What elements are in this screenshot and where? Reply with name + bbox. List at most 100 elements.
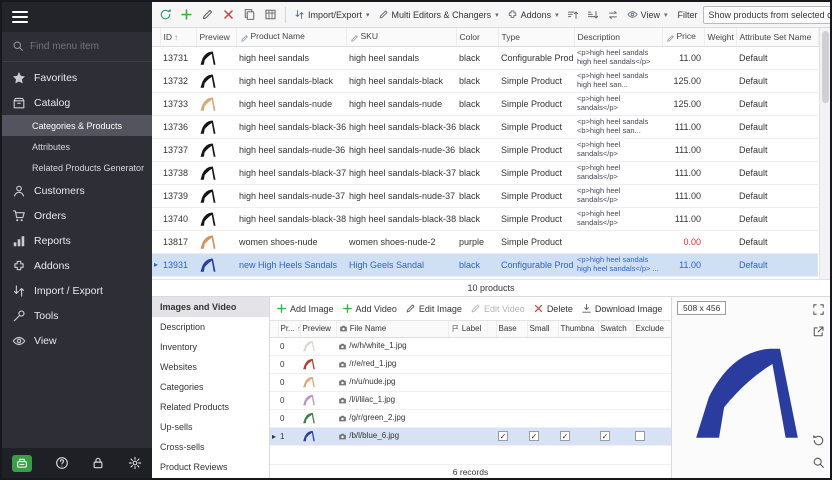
column-header-color[interactable]: Color: [456, 28, 498, 46]
column-header-name[interactable]: Product Name: [236, 28, 346, 46]
sidebar-item-favorites[interactable]: Favorites: [2, 65, 152, 90]
column-header-thumbna[interactable]: Thumbna: [558, 321, 598, 337]
pos-button[interactable]: [12, 455, 32, 472]
column-header-base[interactable]: Base: [496, 321, 527, 337]
sidebar-item-attributes[interactable]: Attributes: [2, 136, 152, 157]
tab-categories[interactable]: Categories: [152, 377, 269, 397]
checkbox-base[interactable]: ✓: [498, 431, 508, 441]
sidebar-item-import-export[interactable]: Import / Export: [2, 278, 152, 303]
column-header-preview[interactable]: Preview: [196, 28, 236, 46]
edit-video-button[interactable]: Edit Video: [470, 303, 525, 314]
cell-preview: [196, 184, 236, 207]
product-row-13739[interactable]: 13739high heel sandals-nude-37high heel …: [152, 184, 818, 207]
column-header-preview[interactable]: Preview: [300, 321, 336, 337]
external-link-icon[interactable]: [812, 323, 825, 341]
help-button[interactable]: [55, 456, 69, 470]
tab-inventory[interactable]: Inventory: [152, 337, 269, 357]
column-header-id[interactable]: ID↑: [160, 28, 196, 46]
product-row-13738[interactable]: 13738high heel sandals-black-37high heel…: [152, 161, 818, 184]
sidebar-item-related-products-generator[interactable]: Related Products Generator: [2, 157, 152, 178]
add-image-button[interactable]: Add Image: [276, 303, 334, 314]
column-header-weight[interactable]: Weight: [704, 28, 736, 46]
column-header-type[interactable]: Type: [498, 28, 574, 46]
columns-button[interactable]: [261, 6, 280, 23]
sidebar-item-customers[interactable]: Customers: [2, 178, 152, 203]
product-row-13931[interactable]: ▸13931new High Heels SandalsHigh Geels S…: [152, 253, 818, 276]
expand-icon[interactable]: [812, 301, 825, 319]
swap-button[interactable]: [604, 7, 622, 23]
add-video-button[interactable]: Add Video: [342, 303, 397, 314]
tab-label: Inventory: [160, 342, 197, 352]
refresh-button[interactable]: [156, 6, 175, 23]
tab-product-reviews[interactable]: Product Reviews: [152, 457, 269, 477]
tab-related-products[interactable]: Related Products: [152, 397, 269, 417]
grid-scrollbar[interactable]: [819, 28, 831, 279]
column-header-file-name[interactable]: File Name: [336, 321, 448, 337]
product-row-13732[interactable]: 13732high heel sandals-blackhigh heel sa…: [152, 69, 818, 92]
column-header-sku[interactable]: SKU: [346, 28, 456, 46]
column-header-price[interactable]: Price: [662, 28, 704, 46]
tab-description[interactable]: Description: [152, 317, 269, 337]
sidebar-item-reports[interactable]: Reports: [2, 228, 152, 253]
product-row-13740[interactable]: 13740high heel sandals-black-38high heel…: [152, 207, 818, 230]
tab-images-and-video[interactable]: Images and Video: [152, 297, 269, 317]
rotate-icon[interactable]: [812, 432, 825, 450]
set-resize-rule-button[interactable]: Set Resize Rule: [670, 303, 671, 314]
add-button[interactable]: [177, 6, 196, 23]
lock-button[interactable]: [91, 456, 105, 470]
checkbox-swatch[interactable]: ✓: [600, 431, 610, 441]
image-row[interactable]: 0 /r/e/red_1.jpg: [270, 355, 671, 373]
sidebar-item-tools[interactable]: Tools: [2, 303, 152, 328]
image-row[interactable]: ▸1 /b/l/blue_6.jpg✓✓✓✓: [270, 427, 671, 445]
sidebar-item-addons[interactable]: Addons: [2, 253, 152, 278]
download-image-button[interactable]: Download Image: [581, 303, 663, 314]
product-row-13731[interactable]: 13731high heel sandalshigh heel sandalsb…: [152, 46, 818, 69]
sidebar-item-catalog[interactable]: Catalog: [2, 90, 152, 115]
sort-desc-button[interactable]: [584, 7, 602, 23]
checkbox-exclude[interactable]: [635, 431, 645, 441]
column-header-description[interactable]: Description: [574, 28, 662, 46]
column-header-label[interactable]: Label: [448, 321, 496, 337]
sidebar-item-orders[interactable]: Orders: [2, 203, 152, 228]
checkbox-thumbnail[interactable]: ✓: [560, 431, 570, 441]
filter-select[interactable]: Show products from selected categories▾: [703, 6, 830, 24]
copy-button[interactable]: [240, 6, 259, 23]
image-row[interactable]: 0 /n/u/nude.jpg: [270, 373, 671, 391]
cell-type: Configurable Product: [498, 46, 574, 69]
column-header-pr-[interactable]: Pr...↑: [278, 321, 300, 337]
product-row-13736[interactable]: 13736high heel sandals-black-36high heel…: [152, 115, 818, 138]
sort-asc-button[interactable]: [564, 7, 582, 23]
delete-button[interactable]: Delete: [533, 303, 573, 314]
tab-websites[interactable]: Websites: [152, 357, 269, 377]
image-row[interactable]: 0 /l/i/lilac_1.jpg: [270, 391, 671, 409]
tab-up-sells[interactable]: Up-sells: [152, 417, 269, 437]
scrollbar-thumb[interactable]: [822, 31, 829, 103]
image-row[interactable]: 0 /w/h/white_1.jpg: [270, 337, 671, 355]
checkbox-small[interactable]: ✓: [529, 431, 539, 441]
x-icon: [533, 303, 544, 314]
product-row-13733[interactable]: 13733high heel sandals-nudehigh heel san…: [152, 92, 818, 115]
product-row-13817[interactable]: 13817women shoes-nudewomen shoes-nude-2p…: [152, 230, 818, 253]
sidebar-item-categories-products[interactable]: Categories & Products: [2, 115, 152, 136]
settings-button[interactable]: [128, 456, 142, 470]
column-header-exclude[interactable]: Exclude: [633, 321, 671, 337]
multi-editors-menu[interactable]: Multi Editors & Changers▾: [375, 7, 502, 22]
addons-menu[interactable]: Addons▾: [504, 7, 562, 22]
search-input[interactable]: [30, 41, 134, 52]
view-menu[interactable]: View▾: [624, 7, 671, 22]
cell-preview: [300, 391, 336, 409]
image-row[interactable]: 0 /g/r/green_2.jpg: [270, 409, 671, 427]
column-header-swatch[interactable]: Swatch: [598, 321, 633, 337]
edit-image-button[interactable]: Edit Image: [405, 303, 462, 314]
sidebar-item-view[interactable]: View: [2, 328, 152, 353]
product-row-13737[interactable]: 13737high heel sandals-nude-36high heel …: [152, 138, 818, 161]
column-header-attribute_set[interactable]: Attribute Set Name: [736, 28, 818, 46]
menu-icon[interactable]: [12, 8, 28, 26]
delete-button[interactable]: [219, 6, 238, 23]
tab-cross-sells[interactable]: Cross-sells: [152, 437, 269, 457]
zoom-icon[interactable]: [812, 454, 825, 472]
cell-name: new High Heels Sandals: [236, 253, 346, 276]
edit-button[interactable]: [198, 6, 217, 23]
import-export-menu[interactable]: Import/Export▾: [291, 7, 373, 22]
column-header-small[interactable]: Small: [527, 321, 558, 337]
